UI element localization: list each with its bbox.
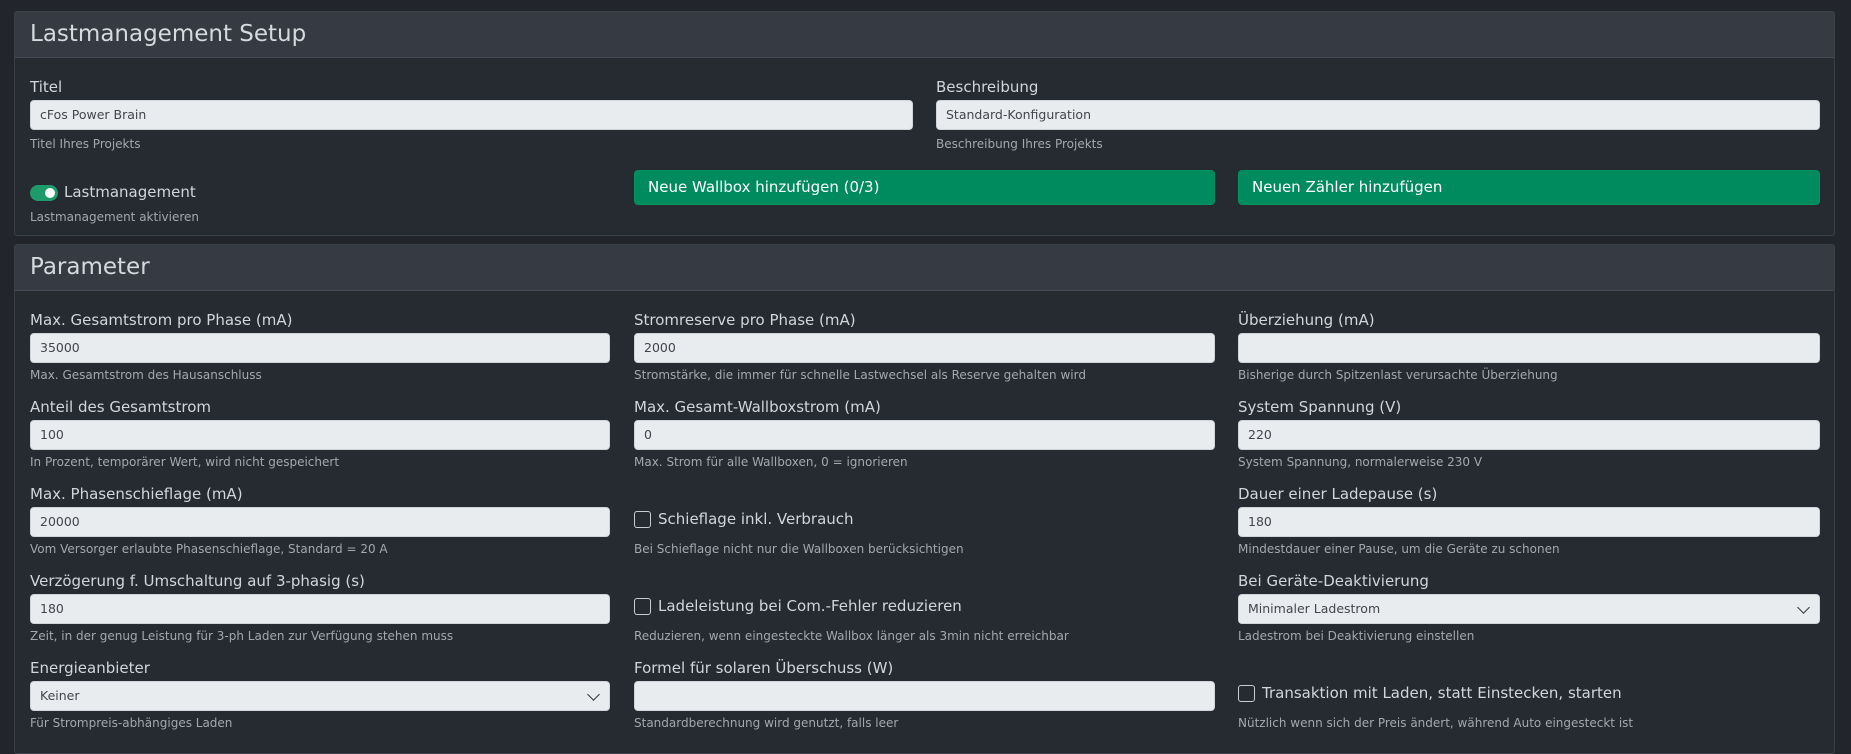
- anteil-group: Anteil des Gesamtstrom 100 In Prozent, t…: [30, 397, 610, 472]
- phasenschieflage-group: Max. Phasenschieflage (mA) 20000 Vom Ver…: [30, 484, 610, 559]
- anteil-hint: In Prozent, temporärer Wert, wird nicht …: [30, 455, 340, 469]
- max-wallboxstrom-input[interactable]: 0: [634, 420, 1215, 450]
- max-wallboxstrom-label: Max. Gesamt-Wallboxstrom (mA): [634, 398, 881, 416]
- system-spannung-input[interactable]: 220: [1238, 420, 1820, 450]
- max-gesamtstrom-hint: Max. Gesamtstrom des Hausanschluss: [30, 368, 262, 382]
- ueberziehung-input[interactable]: [1238, 333, 1820, 363]
- add-meter-button[interactable]: Neuen Zähler hinzufügen: [1238, 170, 1820, 205]
- formel-label: Formel für solaren Überschuss (W): [634, 659, 894, 677]
- energieanbieter-group: Energieanbieter Keiner Für Strompreis-ab…: [30, 658, 610, 733]
- titel-group: Titel cFos Power Brain Titel Ihres Proje…: [30, 77, 913, 162]
- ueberziehung-hint: Bisherige durch Spitzenlast verursachte …: [1238, 368, 1558, 382]
- transaktion-checkbox[interactable]: [1238, 685, 1255, 702]
- toggle-knob: [45, 188, 55, 198]
- transaktion-group: Transaktion mit Laden, statt Einstecken,…: [1238, 658, 1820, 733]
- ladepause-group: Dauer einer Ladepause (s) 180 Mindestdau…: [1238, 484, 1820, 559]
- ueberziehung-label: Überziehung (mA): [1238, 311, 1375, 329]
- parameter-panel: Parameter Max. Gesamtstrom pro Phase (mA…: [14, 244, 1835, 754]
- ladeleistung-checkbox[interactable]: [634, 598, 651, 615]
- max-gesamtstrom-label: Max. Gesamtstrom pro Phase (mA): [30, 311, 293, 329]
- formel-hint: Standardberechnung wird genutzt, falls l…: [634, 716, 899, 730]
- ladepause-label: Dauer einer Ladepause (s): [1238, 485, 1438, 503]
- schieflage-checkbox-label: Schieflage inkl. Verbrauch: [658, 510, 854, 528]
- phasenschieflage-label: Max. Phasenschieflage (mA): [30, 485, 243, 503]
- formel-group: Formel für solaren Überschuss (W) Standa…: [634, 658, 1215, 733]
- deaktivierung-hint: Ladestrom bei Deaktivierung einstellen: [1238, 629, 1475, 643]
- schieflage-hint: Bei Schieflage nicht nur die Wallboxen b…: [634, 542, 964, 556]
- titel-hint: Titel Ihres Projekts: [30, 137, 141, 151]
- system-spannung-label: System Spannung (V): [1238, 398, 1402, 416]
- beschreibung-group: Beschreibung Standard-Konfiguration Besc…: [936, 77, 1820, 162]
- max-wallboxstrom-hint: Max. Strom für alle Wallboxen, 0 = ignor…: [634, 455, 908, 469]
- verzoegerung-input[interactable]: 180: [30, 594, 610, 624]
- schieflage-group: Schieflage inkl. Verbrauch Bei Schieflag…: [634, 484, 1215, 559]
- setup-panel-title: Lastmanagement Setup: [15, 12, 1834, 58]
- setup-panel: Lastmanagement Setup Titel cFos Power Br…: [14, 11, 1835, 236]
- lastmanagement-hint: Lastmanagement aktivieren: [30, 210, 200, 224]
- phasenschieflage-hint: Vom Versorger erlaubte Phasenschieflage,…: [30, 542, 388, 556]
- beschreibung-hint: Beschreibung Ihres Projekts: [936, 137, 1103, 151]
- anteil-input[interactable]: 100: [30, 420, 610, 450]
- beschreibung-input[interactable]: Standard-Konfiguration: [936, 100, 1820, 130]
- schieflage-checkbox[interactable]: [634, 511, 651, 528]
- titel-input[interactable]: cFos Power Brain: [30, 100, 913, 130]
- chevron-down-icon: [1797, 601, 1810, 614]
- ladepause-hint: Mindestdauer einer Pause, um die Geräte …: [1238, 542, 1560, 556]
- phasenschieflage-input[interactable]: 20000: [30, 507, 610, 537]
- system-spannung-group: System Spannung (V) 220 System Spannung,…: [1238, 397, 1820, 472]
- verzoegerung-hint: Zeit, in der genug Leistung für 3-ph Lad…: [30, 629, 454, 643]
- titel-label: Titel: [30, 78, 63, 96]
- system-spannung-hint: System Spannung, normalerweise 230 V: [1238, 455, 1483, 469]
- energieanbieter-select[interactable]: Keiner: [30, 681, 610, 711]
- chevron-down-icon: [587, 688, 600, 701]
- stromreserve-hint: Stromstärke, die immer für schnelle Last…: [634, 368, 1086, 382]
- formel-input[interactable]: [634, 681, 1215, 711]
- ueberziehung-group: Überziehung (mA) Bisherige durch Spitzen…: [1238, 310, 1820, 385]
- verzoegerung-group: Verzögerung f. Umschaltung auf 3-phasig …: [30, 571, 610, 646]
- parameter-panel-title: Parameter: [15, 245, 1834, 291]
- stromreserve-input[interactable]: 2000: [634, 333, 1215, 363]
- stromreserve-group: Stromreserve pro Phase (mA) 2000 Stromst…: [634, 310, 1215, 385]
- energieanbieter-selected-value: Keiner: [40, 688, 80, 703]
- deaktivierung-selected-value: Minimaler Ladestrom: [1248, 601, 1381, 616]
- verzoegerung-label: Verzögerung f. Umschaltung auf 3-phasig …: [30, 572, 365, 590]
- ladeleistung-hint: Reduzieren, wenn eingesteckte Wallbox lä…: [634, 629, 1069, 643]
- transaktion-hint: Nützlich wenn sich der Preis ändert, wäh…: [1238, 716, 1634, 730]
- ladepause-input[interactable]: 180: [1238, 507, 1820, 537]
- max-wallboxstrom-group: Max. Gesamt-Wallboxstrom (mA) 0 Max. Str…: [634, 397, 1215, 472]
- beschreibung-label: Beschreibung: [936, 78, 1039, 96]
- ladeleistung-checkbox-label: Ladeleistung bei Com.-Fehler reduzieren: [658, 597, 962, 615]
- add-wallbox-button[interactable]: Neue Wallbox hinzufügen (0/3): [634, 170, 1215, 205]
- energieanbieter-hint: Für Strompreis-abhängiges Laden: [30, 716, 233, 730]
- deaktivierung-group: Bei Geräte-Deaktivierung Minimaler Lades…: [1238, 571, 1820, 646]
- lastmanagement-label: Lastmanagement: [64, 183, 196, 201]
- deaktivierung-select[interactable]: Minimaler Ladestrom: [1238, 594, 1820, 624]
- transaktion-checkbox-label: Transaktion mit Laden, statt Einstecken,…: [1262, 684, 1622, 702]
- stromreserve-label: Stromreserve pro Phase (mA): [634, 311, 856, 329]
- deaktivierung-label: Bei Geräte-Deaktivierung: [1238, 572, 1429, 590]
- anteil-label: Anteil des Gesamtstrom: [30, 398, 211, 416]
- lastmanagement-toggle[interactable]: [30, 185, 58, 201]
- max-gesamtstrom-input[interactable]: 35000: [30, 333, 610, 363]
- ladeleistung-group: Ladeleistung bei Com.-Fehler reduzieren …: [634, 571, 1215, 646]
- energieanbieter-label: Energieanbieter: [30, 659, 150, 677]
- lastmanagement-group: Lastmanagement Lastmanagement aktivieren: [30, 172, 330, 232]
- max-gesamtstrom-group: Max. Gesamtstrom pro Phase (mA) 35000 Ma…: [30, 310, 610, 385]
